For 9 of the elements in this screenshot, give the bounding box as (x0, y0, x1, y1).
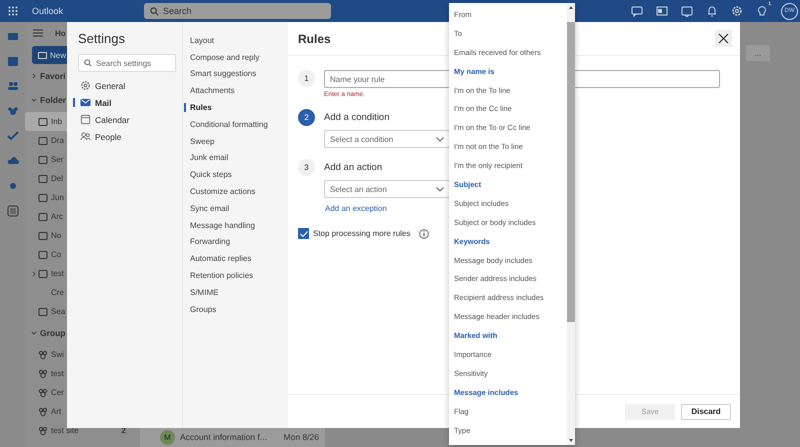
rules-title: Rules (298, 32, 331, 46)
step-title: Add an action (324, 161, 382, 175)
checkbox-label: Stop processing more rules (313, 229, 410, 238)
step-number: 3 (298, 159, 315, 176)
settings-title: Settings (78, 31, 126, 46)
step-title: Add a condition (324, 111, 390, 125)
step-number: 2 (298, 109, 315, 126)
step-number: 1 (298, 70, 315, 87)
app-name: Outlook (32, 6, 64, 16)
